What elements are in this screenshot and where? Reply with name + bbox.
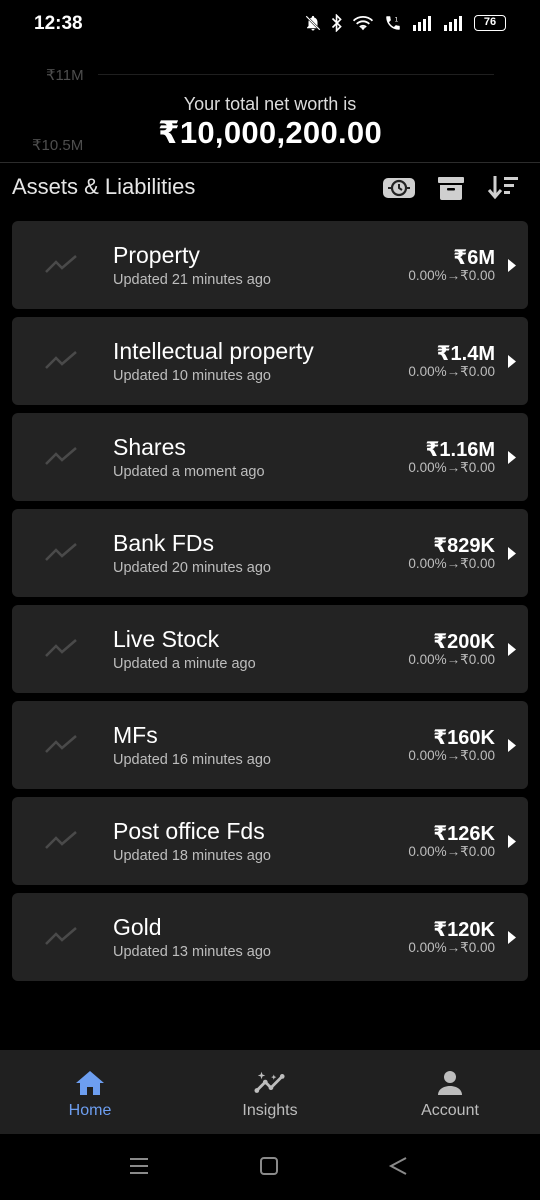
archive-button[interactable] xyxy=(434,172,468,204)
asset-item-mfs[interactable]: MFs Updated 16 minutes ago ₹160K 0.00%→₹… xyxy=(12,701,528,789)
section-title: Assets & Liabilities xyxy=(12,174,196,199)
trend-icon xyxy=(45,735,77,753)
sort-button[interactable] xyxy=(486,172,520,204)
asset-item-property[interactable]: Property Updated 21 minutes ago ₹6M 0.00… xyxy=(12,221,528,309)
signal-icon xyxy=(413,16,431,31)
trend-icon xyxy=(45,639,77,657)
section-toolbar xyxy=(382,172,520,204)
asset-updated: Updated 20 minutes ago xyxy=(113,560,271,576)
asset-name: Property xyxy=(113,242,200,268)
nav-label: Account xyxy=(421,1102,479,1119)
caret-right-icon xyxy=(508,931,516,944)
back-icon[interactable] xyxy=(388,1156,408,1176)
asset-value: ₹1.4M xyxy=(436,343,495,365)
signal-icon xyxy=(444,16,462,31)
asset-updated: Updated 13 minutes ago xyxy=(113,944,271,960)
asset-updated: Updated a minute ago xyxy=(113,656,256,672)
chart-gridline xyxy=(98,74,494,75)
caret-right-icon xyxy=(508,259,516,272)
asset-name: Gold xyxy=(113,914,162,940)
account-icon xyxy=(434,1068,466,1098)
nav-insights[interactable]: Insights xyxy=(180,1050,360,1134)
caret-right-icon xyxy=(508,451,516,464)
call-icon: 1 xyxy=(386,16,400,30)
asset-change: 0.00%→₹0.00 xyxy=(408,556,495,571)
asset-change: 0.00%→₹0.00 xyxy=(408,268,495,283)
asset-list: Property Updated 21 minutes ago ₹6M 0.00… xyxy=(12,221,528,989)
nav-label: Insights xyxy=(242,1102,298,1119)
asset-change: 0.00%→₹0.00 xyxy=(408,844,495,859)
insights-icon xyxy=(254,1068,286,1098)
asset-value: ₹160K xyxy=(433,727,495,749)
asset-name: Intellectual property xyxy=(113,338,314,364)
asset-change: 0.00%→₹0.00 xyxy=(408,364,495,379)
asset-name: Bank FDs xyxy=(113,530,214,556)
caret-right-icon xyxy=(508,547,516,560)
asset-updated: Updated 16 minutes ago xyxy=(113,752,271,768)
wifi-icon xyxy=(352,16,374,31)
home-system-icon[interactable] xyxy=(259,1156,279,1176)
asset-name: Post office Fds xyxy=(113,818,265,844)
asset-value: ₹200K xyxy=(433,631,495,653)
trend-icon xyxy=(45,255,77,273)
net-worth-label: Your total net worth is xyxy=(183,94,357,114)
asset-updated: Updated a moment ago xyxy=(113,464,265,480)
asset-updated: Updated 18 minutes ago xyxy=(113,848,271,864)
asset-item-shares[interactable]: Shares Updated a moment ago ₹1.16M 0.00%… xyxy=(12,413,528,501)
asset-item-bank-fds[interactable]: Bank FDs Updated 20 minutes ago ₹829K 0.… xyxy=(12,509,528,597)
chart-tick-top: ₹11M xyxy=(46,67,84,84)
battery-icon: 76 xyxy=(474,15,506,31)
asset-item-intellectual-property[interactable]: Intellectual property Updated 10 minutes… xyxy=(12,317,528,405)
status-time: 12:38 xyxy=(34,13,83,34)
asset-value: ₹120K xyxy=(433,919,495,941)
asset-value: ₹1.16M xyxy=(425,439,495,461)
status-bar: 12:38 1 76 xyxy=(0,0,540,48)
asset-value: ₹6M xyxy=(453,247,495,269)
caret-right-icon xyxy=(508,643,516,656)
bluetooth-icon xyxy=(331,14,342,32)
asset-change: 0.00%→₹0.00 xyxy=(408,940,495,955)
asset-updated: Updated 21 minutes ago xyxy=(113,272,271,288)
asset-change: 0.00%→₹0.00 xyxy=(408,652,495,667)
history-icon xyxy=(383,178,415,198)
nav-home[interactable]: Home xyxy=(0,1050,180,1134)
asset-name: Live Stock xyxy=(113,626,220,652)
nav-account[interactable]: Account xyxy=(360,1050,540,1134)
asset-item-gold[interactable]: Gold Updated 13 minutes ago ₹120K 0.00%→… xyxy=(12,893,528,981)
asset-name: Shares xyxy=(113,434,186,460)
sort-icon xyxy=(487,176,518,200)
asset-change: 0.00%→₹0.00 xyxy=(408,460,495,475)
trend-icon xyxy=(45,543,77,561)
home-icon xyxy=(74,1068,106,1098)
recents-icon[interactable] xyxy=(128,1156,150,1176)
battery-level: 76 xyxy=(483,16,497,28)
asset-item-post-office-fds[interactable]: Post office Fds Updated 18 minutes ago ₹… xyxy=(12,797,528,885)
trend-icon xyxy=(45,831,77,849)
net-worth-value: ₹10,000,200.00 xyxy=(157,115,382,150)
trend-icon xyxy=(45,927,77,945)
history-button[interactable] xyxy=(382,172,416,204)
nav-label: Home xyxy=(68,1102,112,1119)
caret-right-icon xyxy=(508,835,516,848)
asset-name: MFs xyxy=(113,722,158,748)
asset-value: ₹126K xyxy=(433,823,495,845)
trend-icon xyxy=(45,447,77,465)
caret-right-icon xyxy=(508,739,516,752)
system-nav-bar xyxy=(0,1134,540,1200)
caret-right-icon xyxy=(508,355,516,368)
trend-icon xyxy=(45,351,77,369)
status-icons: 1 76 xyxy=(304,14,506,32)
archive-icon xyxy=(438,177,464,200)
asset-updated: Updated 10 minutes ago xyxy=(113,368,271,384)
asset-item-live-stock[interactable]: Live Stock Updated a minute ago ₹200K 0.… xyxy=(12,605,528,693)
bell-off-icon xyxy=(305,15,321,31)
header-divider xyxy=(0,162,540,163)
asset-change: 0.00%→₹0.00 xyxy=(408,748,495,763)
bottom-nav: Home Insights Account xyxy=(0,1050,540,1134)
asset-value: ₹829K xyxy=(433,535,495,557)
svg-text:1: 1 xyxy=(395,17,399,24)
